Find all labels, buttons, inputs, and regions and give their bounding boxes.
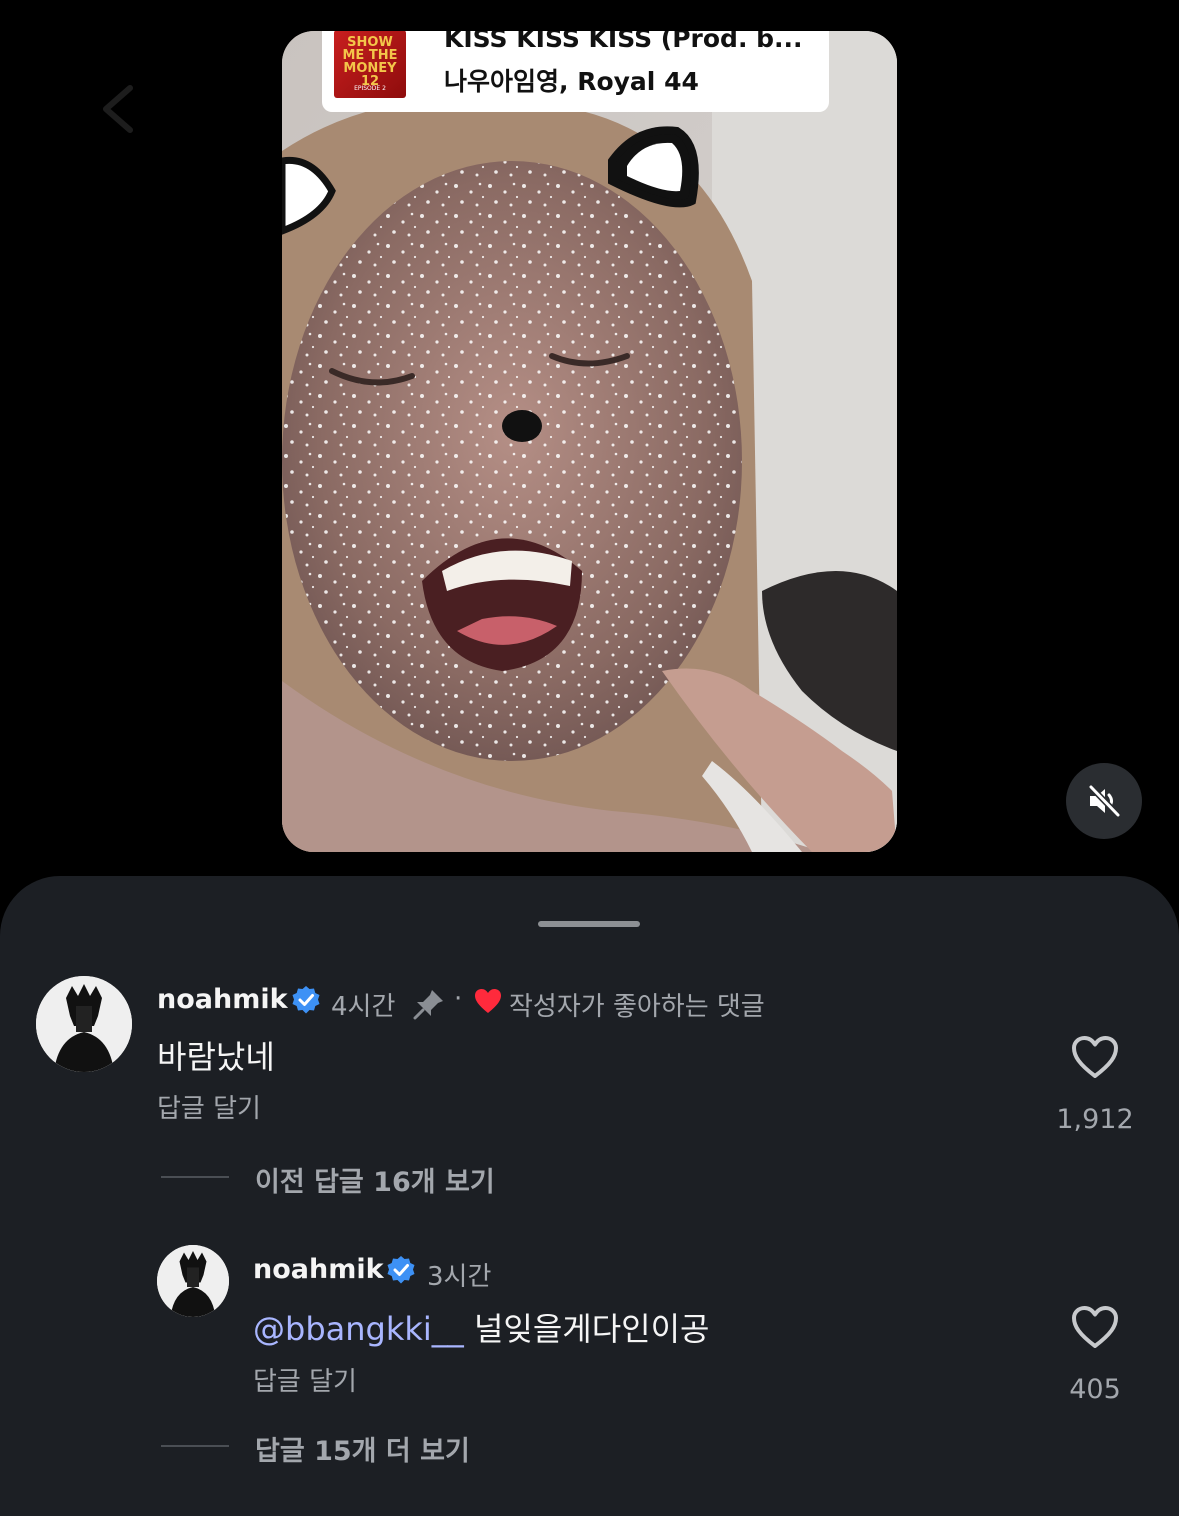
mention-link[interactable]: @bbangkki__ (253, 1310, 464, 1348)
avatar[interactable] (157, 1245, 229, 1317)
avatar[interactable] (36, 976, 132, 1072)
comment-time: 4시간 (331, 992, 396, 1022)
view-previous-replies[interactable]: 이전 답글 16개 보기 (255, 1160, 495, 1199)
thread-line (161, 1445, 229, 1447)
reply-username[interactable]: noahmik (253, 1254, 384, 1285)
like-heart-icon[interactable] (1070, 1034, 1120, 1080)
reply-time: 3시간 (427, 1262, 492, 1292)
pin-icon (413, 990, 443, 1020)
song-artist: 나우아임영, Royal 44 (444, 67, 699, 96)
speaker-muted-icon (1088, 784, 1121, 818)
comment-text: 바람났네 (157, 1038, 275, 1076)
back-chevron-icon[interactable] (98, 84, 138, 134)
view-more-replies[interactable]: 답글 15개 더 보기 (255, 1429, 470, 1468)
comment-username[interactable]: noahmik (157, 984, 288, 1015)
thread-line (161, 1176, 229, 1178)
reply-body: 널잊을게다인이공 (463, 1310, 710, 1348)
music-sticker[interactable]: SHOW ME THE MONEY 12 EPISODE 2 KISS KISS… (322, 31, 829, 112)
album-art: SHOW ME THE MONEY 12 EPISODE 2 (334, 31, 406, 98)
like-heart-icon[interactable] (1070, 1304, 1120, 1350)
reply-button[interactable]: 답글 달기 (253, 1361, 357, 1398)
verified-badge-icon (292, 986, 320, 1014)
reply-button[interactable]: 답글 달기 (157, 1088, 261, 1125)
verified-badge-icon (387, 1256, 415, 1284)
creator-liked-label: 작성자가 좋아하는 댓글 (509, 992, 765, 1022)
sheet-drag-handle[interactable] (538, 921, 640, 927)
video-preview[interactable]: SHOW ME THE MONEY 12 EPISODE 2 KISS KISS… (282, 31, 897, 852)
comments-sheet: noahmik 4시간 · 작성자가 좋아하는 댓글 바람났네 답글 달기 1,… (0, 876, 1179, 1516)
meta-separator: · (454, 984, 463, 1014)
like-count: 405 (1069, 1374, 1121, 1405)
like-count: 1,912 (1056, 1104, 1134, 1135)
song-title: KISS KISS KISS (Prod. b... (444, 31, 803, 53)
video-frame-image (282, 31, 897, 852)
mute-button[interactable] (1066, 763, 1142, 839)
reply-text: @bbangkki__ 널잊을게다인이공 (253, 1304, 709, 1350)
heart-filled-icon (475, 989, 501, 1013)
